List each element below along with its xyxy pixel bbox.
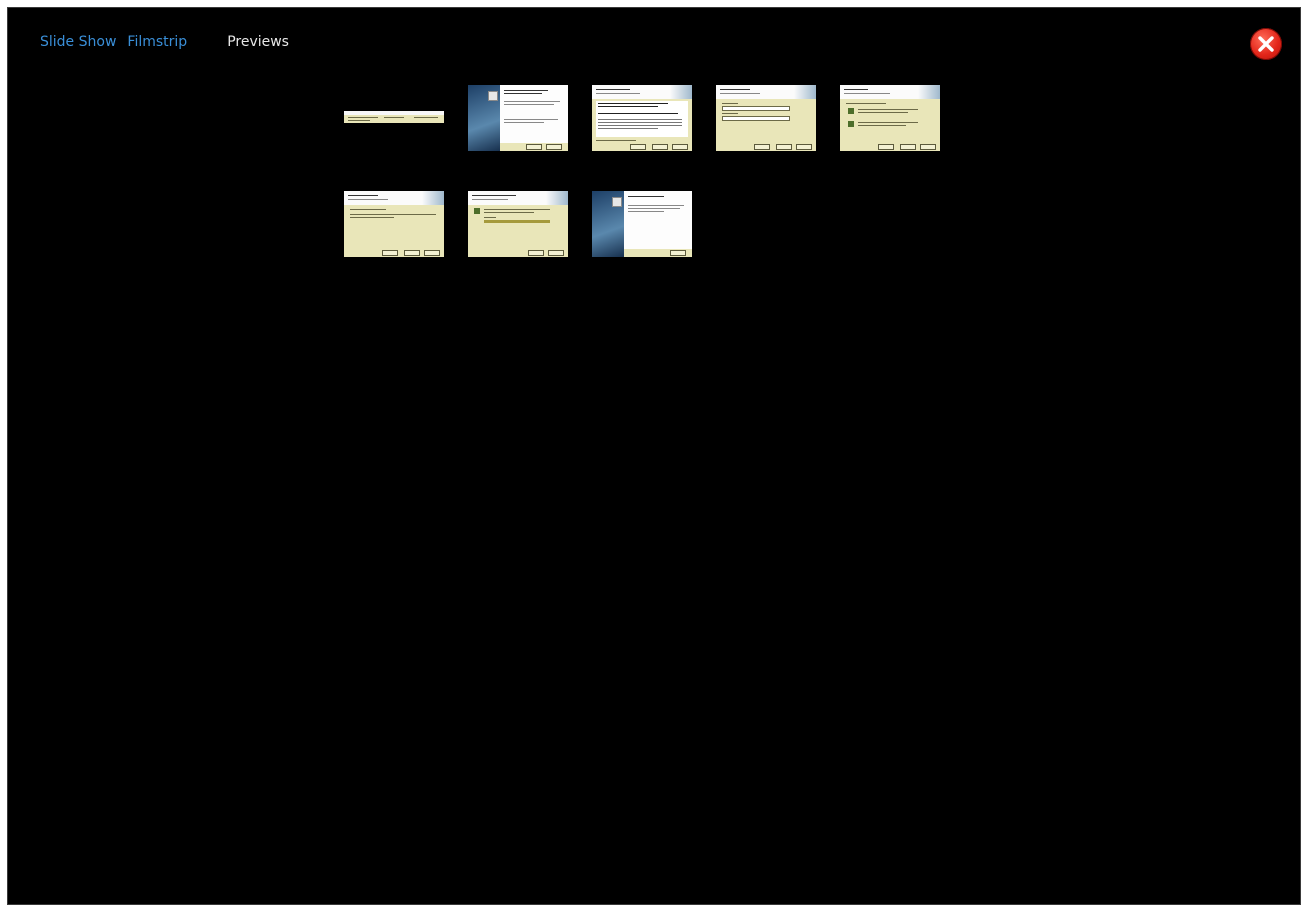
thumbnail-5[interactable] xyxy=(840,85,940,151)
thumbnail-7[interactable] xyxy=(468,191,568,257)
tab-filmstrip[interactable]: Filmstrip xyxy=(127,34,187,50)
thumbnail-2[interactable] xyxy=(468,85,568,151)
thumbnail-3[interactable] xyxy=(592,85,692,151)
tab-previews[interactable]: Previews xyxy=(227,34,289,50)
thumbnail-8[interactable] xyxy=(592,191,692,257)
view-mode-nav: Slide Show Filmstrip Previews xyxy=(40,34,289,50)
close-button[interactable] xyxy=(1250,28,1282,60)
tab-slide-show[interactable]: Slide Show xyxy=(40,34,116,50)
thumbnail-4[interactable] xyxy=(716,85,816,151)
thumbnail-1[interactable] xyxy=(344,85,444,151)
preview-viewer: Slide Show Filmstrip Previews xyxy=(7,7,1301,905)
thumbnail-6[interactable] xyxy=(344,191,444,257)
close-icon xyxy=(1258,36,1274,52)
